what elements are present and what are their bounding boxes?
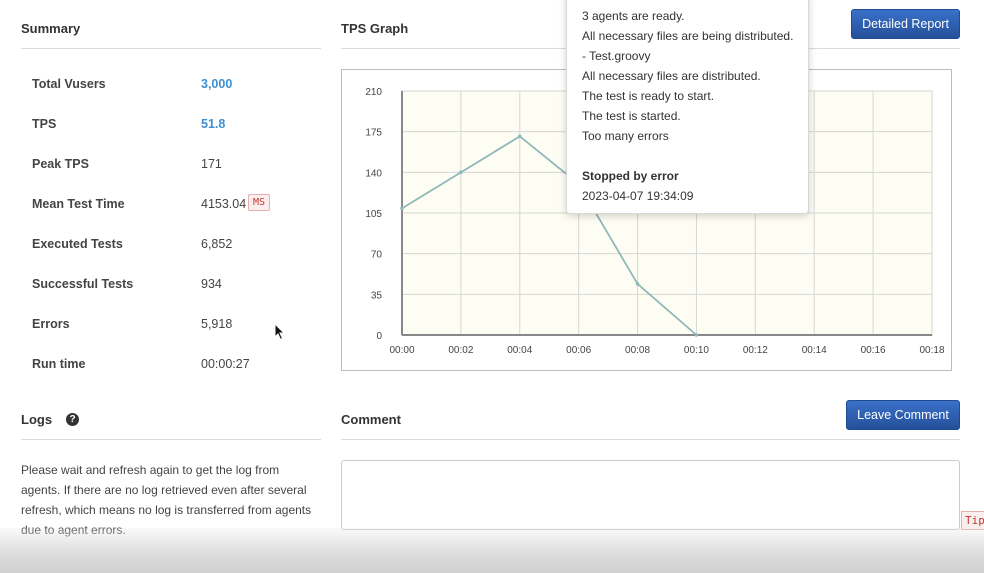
- summary-label: Executed Tests: [32, 237, 123, 251]
- comment-title: Comment: [341, 412, 401, 427]
- summary-label: Errors: [32, 317, 70, 331]
- leave-comment-button[interactable]: Leave Comment: [846, 400, 960, 430]
- summary-value[interactable]: 3,000: [201, 77, 232, 91]
- summary-label: Successful Tests: [32, 277, 134, 291]
- x-tick-label: 00:18: [919, 345, 944, 356]
- logs-divider: [21, 439, 321, 440]
- tooltip-line: Too many errors: [582, 129, 669, 143]
- test-status-tooltip: 3 agents are ready. All necessary files …: [566, 0, 809, 214]
- bottom-shadow: [0, 528, 984, 573]
- comment-textarea[interactable]: [341, 460, 960, 530]
- unit-badge: MS: [248, 194, 271, 211]
- y-tick-label: 210: [365, 87, 382, 98]
- summary-value: 5,918: [201, 317, 233, 331]
- summary-label: TPS: [32, 117, 57, 131]
- y-tick-label: 35: [371, 290, 383, 301]
- y-tick-label: 105: [365, 209, 382, 220]
- tooltip-line: 3 agents are ready.: [582, 9, 685, 23]
- tooltip-line: The test is ready to start.: [582, 89, 715, 103]
- summary-row: Total Vusers 3,000: [32, 77, 322, 97]
- x-tick-label: 00:10: [684, 345, 709, 356]
- tps-data-point: [517, 134, 522, 139]
- y-tick-label: 140: [365, 168, 382, 179]
- summary-title: Summary: [21, 21, 81, 36]
- x-tick-label: 00:14: [802, 345, 827, 356]
- summary-row: TPS 51.8: [32, 117, 322, 137]
- summary-value: 171: [201, 157, 222, 171]
- comment-divider: [341, 439, 960, 440]
- summary-row: Run time 00:00:27: [32, 357, 322, 377]
- x-tick-label: 00:16: [861, 345, 886, 356]
- summary-value: 00:00:27: [201, 357, 250, 371]
- x-tick-label: 00:02: [448, 345, 473, 356]
- summary-label: Run time: [32, 357, 86, 371]
- summary-label: Peak TPS: [32, 157, 89, 171]
- tooltip-status: Stopped by error: [582, 169, 679, 183]
- x-tick-label: 00:04: [507, 345, 532, 356]
- summary-row: Peak TPS 171: [32, 157, 322, 177]
- summary-row: Successful Tests 934: [32, 277, 322, 297]
- tps-data-point: [694, 333, 699, 337]
- y-tick-label: 70: [371, 250, 383, 261]
- tps-graph-title: TPS Graph: [341, 21, 409, 36]
- summary-row: Mean Test Time 4153.04 MS: [32, 194, 322, 217]
- tps-data-point: [635, 282, 640, 286]
- summary-value: 934: [201, 277, 222, 291]
- y-tick-label: 0: [376, 331, 382, 342]
- y-tick-label: 175: [365, 128, 382, 139]
- x-tick-label: 00:08: [625, 345, 650, 356]
- tooltip-line: All necessary files are being distribute…: [582, 29, 794, 43]
- summary-value[interactable]: 51.8: [201, 117, 225, 131]
- x-tick-label: 00:06: [566, 345, 591, 356]
- summary-value: 6,852: [201, 237, 233, 251]
- x-tick-label: 00:00: [389, 345, 414, 356]
- mouse-cursor-icon: [274, 323, 286, 341]
- tooltip-line: - Test.groovy: [582, 49, 651, 63]
- summary-label: Total Vusers: [32, 77, 106, 91]
- tooltip-timestamp: 2023-04-07 19:34:09: [582, 189, 694, 203]
- summary-value: 4153.04: [201, 197, 247, 211]
- logs-title: Logs: [21, 412, 53, 427]
- tps-data-point: [459, 170, 463, 175]
- summary-divider: [21, 48, 321, 49]
- tps-data-point: [400, 206, 404, 211]
- question-circle-icon[interactable]: ?: [66, 413, 79, 426]
- x-tick-label: 00:12: [743, 345, 768, 356]
- summary-label: Mean Test Time: [32, 197, 125, 211]
- summary-row: Executed Tests 6,852: [32, 237, 322, 257]
- detailed-report-button[interactable]: Detailed Report: [851, 9, 960, 39]
- tooltip-line: All necessary files are distributed.: [582, 69, 761, 83]
- tooltip-line: The test is started.: [582, 109, 681, 123]
